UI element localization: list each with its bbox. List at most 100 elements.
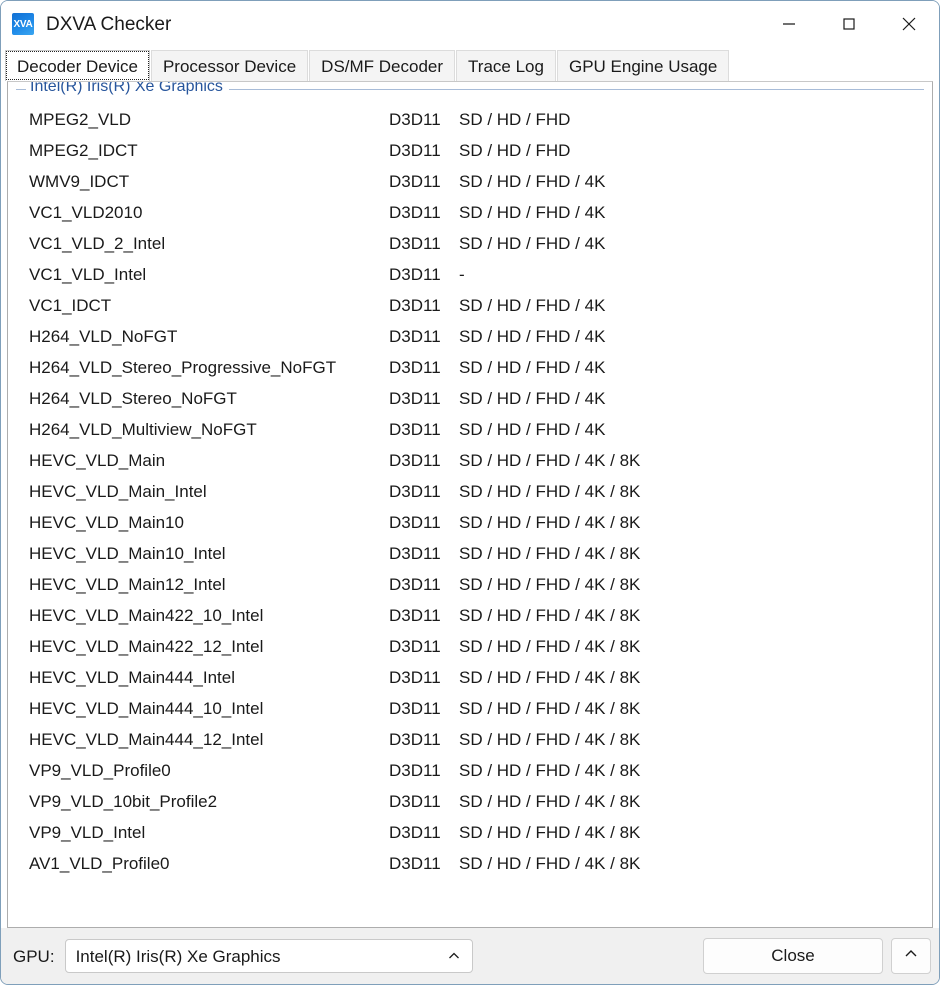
table-row: VC1_VLD2010 D3D11 SD / HD / FHD / 4K xyxy=(29,197,924,228)
decoder-resolutions: SD / HD / FHD / 4K / 8K xyxy=(459,513,641,532)
decoder-guid-name: HEVC_VLD_Main12_Intel xyxy=(29,575,226,594)
decoder-api: D3D11 xyxy=(389,823,441,842)
tab-decoder-device[interactable]: Decoder Device xyxy=(5,50,150,81)
maximize-button[interactable] xyxy=(819,1,879,47)
table-row: AV1_VLD_Profile0 D3D11 SD / HD / FHD / 4K … xyxy=(29,848,924,879)
close-window-button[interactable] xyxy=(879,1,939,47)
decoder-api: D3D11 xyxy=(389,234,441,253)
decoder-api: D3D11 xyxy=(389,203,441,222)
decoder-guid-name: HEVC_VLD_Main xyxy=(29,451,166,470)
decoder-resolutions: SD / HD / FHD / 4K / 8K xyxy=(459,637,641,656)
decoder-guid-name: H264_VLD_Multiview_NoFGT xyxy=(29,420,257,439)
decoder-api: D3D11 xyxy=(389,606,441,625)
table-row: HEVC_VLD_Main12_Intel D3D11 SD / HD / FHD … xyxy=(29,569,924,600)
title-bar: XVA DXVA Checker xyxy=(1,1,939,47)
close-button[interactable]: Close xyxy=(703,938,883,974)
decoder-resolutions: SD / HD / FHD / 4K / 8K xyxy=(459,730,641,749)
bottom-bar-actions: Close xyxy=(703,938,931,974)
decoder-resolutions: SD / HD / FHD xyxy=(459,141,571,160)
tab-gpu-engine-usage[interactable]: GPU Engine Usage xyxy=(556,50,730,81)
decoder-guid-name: HEVC_VLD_Main10 xyxy=(29,513,184,532)
tab-processor-device[interactable]: Processor Device xyxy=(150,50,309,81)
decoder-guid-name: VC1_VLD_Intel xyxy=(29,265,147,284)
decoder-guid-name: VC1_VLD2010 xyxy=(29,203,143,222)
window-controls xyxy=(759,1,939,47)
decoder-resolutions: SD / HD / FHD / 4K xyxy=(459,203,606,222)
decoder-resolutions: SD / HD / FHD / 4K / 8K xyxy=(459,544,641,563)
gpu-label: GPU: xyxy=(13,946,55,966)
decoder-resolutions: SD / HD / FHD / 4K xyxy=(459,172,606,191)
decoder-api: D3D11 xyxy=(389,668,441,687)
decoder-api: D3D11 xyxy=(389,110,441,129)
decoder-resolutions: SD / HD / FHD / 4K xyxy=(459,358,606,377)
gpu-select[interactable]: Intel(R) Iris(R) Xe Graphics xyxy=(64,939,473,973)
decoder-api: D3D11 xyxy=(389,451,441,470)
decoder-resolutions: - xyxy=(459,265,465,284)
table-row: WMV9_IDCT D3D11 SD / HD / FHD / 4K xyxy=(29,166,924,197)
table-row: HEVC_VLD_Main422_10_Intel D3D11 SD / HD / … xyxy=(29,600,924,631)
tab-label: DS/MF Decoder xyxy=(321,56,444,76)
table-row: H264_VLD_Stereo_NoFGT D3D11 SD / HD / FHD … xyxy=(29,383,924,414)
decoder-guid-name: H264_VLD_Stereo_Progressive_NoFGT xyxy=(29,358,337,377)
table-row: HEVC_VLD_Main10 D3D11 SD / HD / FHD / 4K /… xyxy=(29,507,924,538)
decoder-guid-name: HEVC_VLD_Main422_12_Intel xyxy=(29,637,264,656)
table-row: HEVC_VLD_Main444_Intel D3D11 SD / HD / FHD… xyxy=(29,662,924,693)
decoder-api: D3D11 xyxy=(389,172,441,191)
decoder-guid-name: HEVC_VLD_Main_Intel xyxy=(29,482,207,501)
decoder-guid-name: MPEG2_VLD xyxy=(29,110,132,129)
decoder-guid-name: VC1_VLD_2_Intel xyxy=(29,234,166,253)
gpu-select-value: Intel(R) Iris(R) Xe Graphics xyxy=(75,946,281,966)
decoder-capability-list: MPEG2_VLD D3D11 SD / HD / FHD MPEG2_IDCT D3D… xyxy=(16,104,924,879)
decoder-guid-name: H264_VLD_NoFGT xyxy=(29,327,178,346)
decoder-resolutions: SD / HD / FHD / 4K / 8K xyxy=(459,606,641,625)
decoder-resolutions: SD / HD / FHD / 4K / 8K xyxy=(459,699,641,718)
decoder-api: D3D11 xyxy=(389,513,441,532)
table-row: VP9_VLD_Profile0 D3D11 SD / HD / FHD / 4K … xyxy=(29,755,924,786)
decoder-resolutions: SD / HD / FHD / 4K / 8K xyxy=(459,854,641,873)
decoder-resolutions: SD / HD / FHD / 4K / 8K xyxy=(459,575,641,594)
decoder-guid-name: VP9_VLD_10bit_Profile2 xyxy=(29,792,218,811)
maximize-icon xyxy=(843,18,855,30)
tab-dsmf-decoder[interactable]: DS/MF Decoder xyxy=(309,50,456,81)
decoder-api: D3D11 xyxy=(389,420,441,439)
tab-trace-log[interactable]: Trace Log xyxy=(456,50,556,81)
table-row: HEVC_VLD_Main422_12_Intel D3D11 SD / HD / … xyxy=(29,631,924,662)
table-row: HEVC_VLD_Main444_12_Intel D3D11 SD / HD / … xyxy=(29,724,924,755)
bottom-bar: GPU: Intel(R) Iris(R) Xe Graphics Close xyxy=(1,928,939,984)
decoder-resolutions: SD / HD / FHD / 4K / 8K xyxy=(459,451,641,470)
table-row: H264_VLD_NoFGT D3D11 SD / HD / FHD / 4K xyxy=(29,321,924,352)
decoder-api: D3D11 xyxy=(389,544,441,563)
tab-label: Trace Log xyxy=(468,56,544,76)
decoder-guid-name: VC1_IDCT xyxy=(29,296,112,315)
decoder-api: D3D11 xyxy=(389,296,441,315)
decoder-api: D3D11 xyxy=(389,854,441,873)
table-row: H264_VLD_Stereo_Progressive_NoFGT D3D11 SD… xyxy=(29,352,924,383)
decoder-api: D3D11 xyxy=(389,141,441,160)
close-icon xyxy=(902,17,916,31)
decoder-resolutions: SD / HD / FHD / 4K / 8K xyxy=(459,482,641,501)
decoder-guid-name: HEVC_VLD_Main444_Intel xyxy=(29,668,236,687)
table-row: HEVC_VLD_Main D3D11 SD / HD / FHD / 4K / 8… xyxy=(29,445,924,476)
decoder-resolutions: SD / HD / FHD / 4K xyxy=(459,234,606,253)
table-row: MPEG2_IDCT D3D11 SD / HD / FHD xyxy=(29,135,924,166)
expand-panel-button[interactable] xyxy=(891,938,931,974)
minimize-button[interactable] xyxy=(759,1,819,47)
decoder-api: D3D11 xyxy=(389,730,441,749)
decoder-api: D3D11 xyxy=(389,761,441,780)
table-row: H264_VLD_Multiview_NoFGT D3D11 SD / HD / F… xyxy=(29,414,924,445)
chevron-up-icon xyxy=(902,945,920,968)
dxva-checker-app-icon: XVA xyxy=(12,13,34,35)
decoder-api: D3D11 xyxy=(389,265,441,284)
gpu-group-label: Intel(R) Iris(R) Xe Graphics xyxy=(26,82,229,95)
table-row: VC1_VLD_2_Intel D3D11 SD / HD / FHD / 4K xyxy=(29,228,924,259)
decoder-api: D3D11 xyxy=(389,389,441,408)
decoder-resolutions: SD / HD / FHD / 4K xyxy=(459,420,606,439)
decoder-guid-name: VP9_VLD_Profile0 xyxy=(29,761,171,780)
decoder-guid-name: VP9_VLD_Intel xyxy=(29,823,146,842)
decoder-guid-name: HEVC_VLD_Main422_10_Intel xyxy=(29,606,264,625)
table-row: VC1_IDCT D3D11 SD / HD / FHD / 4K xyxy=(29,290,924,321)
decoder-api: D3D11 xyxy=(389,575,441,594)
table-row: VC1_VLD_Intel D3D11- xyxy=(29,259,924,290)
table-row: HEVC_VLD_Main444_10_Intel D3D11 SD / HD / … xyxy=(29,693,924,724)
decoder-guid-name: MPEG2_IDCT xyxy=(29,141,138,160)
